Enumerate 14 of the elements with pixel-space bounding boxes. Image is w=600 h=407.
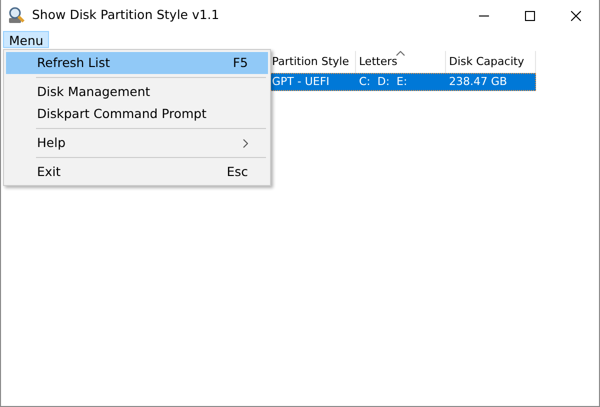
table-cell-text: GPT - UEFI [271,74,330,90]
maximize-icon[interactable] [525,10,535,20]
menu-item[interactable]: Diskpart Command Prompt [6,103,268,125]
app-icon [8,6,26,24]
menu-item[interactable]: Refresh List F5 [6,52,268,74]
table-cell-text: 238.47 GB [448,74,508,90]
window-title: Show Disk Partition Style v1.1 [32,6,220,24]
table-row[interactable]: GPT - UEFI C: D: E: 238.47 GB [269,73,536,91]
menu-item[interactable]: Disk Management [6,81,268,103]
table-cell-text: C: D: E: [358,74,408,90]
close-icon[interactable] [571,10,581,20]
menu-item[interactable]: Help [6,132,268,154]
menu-button[interactable]: Menu [3,31,50,48]
menu-item[interactable]: Exit Esc [6,161,268,183]
